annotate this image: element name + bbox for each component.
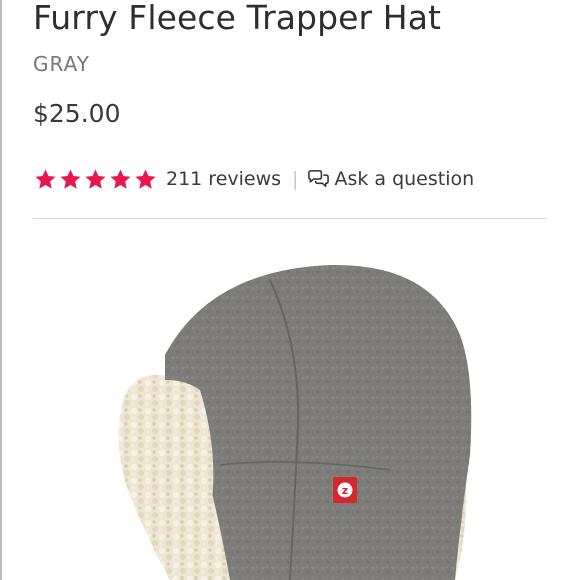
ask-question-link[interactable]: Ask a question — [307, 168, 474, 190]
star-icon — [85, 168, 106, 189]
product-price: $25.00 — [33, 99, 121, 128]
product-image[interactable]: z — [60, 225, 580, 580]
product-page: Furry Fleece Trapper Hat GRAY $25.00 211… — [0, 0, 580, 580]
rating-row: 211 reviews | Ask a question — [34, 164, 474, 194]
product-color: GRAY — [33, 52, 90, 76]
separator: | — [292, 168, 299, 190]
reviews-link[interactable]: 211 reviews — [166, 168, 281, 190]
page-left-border — [0, 0, 2, 580]
star-icon — [35, 168, 56, 189]
hat-illustration: z — [118, 264, 472, 580]
star-icon — [135, 168, 156, 189]
hat-logo-letter: z — [342, 484, 348, 497]
star-rating[interactable] — [34, 168, 159, 191]
chat-bubbles-icon — [308, 170, 330, 187]
ask-question-label: Ask a question — [334, 168, 475, 190]
star-icon — [110, 168, 131, 189]
section-divider — [33, 218, 547, 219]
product-title: Furry Fleece Trapper Hat — [33, 0, 442, 37]
star-icon — [60, 168, 81, 189]
